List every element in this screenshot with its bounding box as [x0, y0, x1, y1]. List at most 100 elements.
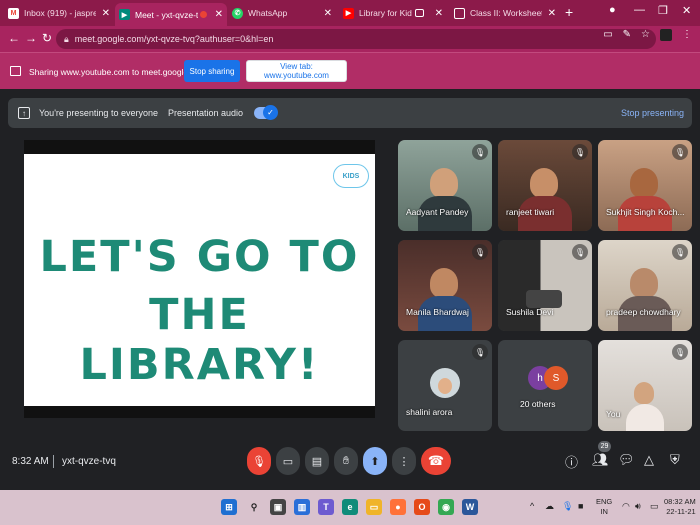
taskbar-clock[interactable]: 08:32 AM 22-11-21: [664, 497, 696, 517]
participant-tile[interactable]: 🎙︎ Manila Bhardwaj: [398, 240, 492, 331]
captions-button[interactable]: ▤: [305, 447, 329, 475]
tab-whatsapp[interactable]: ✆ WhatsApp ✕: [228, 3, 336, 23]
toolbar-icons: ▭ ✎ ☆ ⋮: [603, 29, 692, 41]
camera-toggle-button[interactable]: ▭: [276, 447, 300, 475]
camera-icon[interactable]: ▭: [603, 29, 612, 41]
participant-tile[interactable]: 🎙︎ Sushila Devi: [498, 240, 592, 331]
meeting-time: 8:32 AM: [12, 456, 49, 467]
stop-icon[interactable]: ■: [578, 501, 583, 511]
participant-face: [630, 168, 658, 198]
language-indicator[interactable]: ENG IN: [596, 497, 612, 517]
teams-icon[interactable]: T: [318, 499, 334, 515]
mic-off-icon: 🎙︎: [472, 144, 488, 160]
bookmark-star-icon[interactable]: ☆: [641, 29, 650, 41]
tab-gmail[interactable]: M Inbox (919) - jaspreet.k@ ✕: [4, 3, 114, 23]
meeting-details-icon[interactable]: ⓘ: [565, 452, 578, 471]
more-vert-icon: ⋮: [398, 455, 410, 468]
participant-tile[interactable]: 🎙︎ ranjeet tiwari: [498, 140, 592, 231]
raise-hand-button[interactable]: ✋︎: [334, 447, 358, 475]
wifi-icon[interactable]: ◠: [622, 501, 630, 512]
profile-photo: [438, 378, 452, 394]
edit-icon[interactable]: ✎: [623, 29, 631, 41]
extension-icon[interactable]: [660, 29, 672, 41]
volume-icon[interactable]: 🔊︎: [635, 501, 641, 512]
mic-off-icon: 🎙︎: [672, 344, 688, 360]
avatar: [430, 368, 460, 398]
gmail-icon: M: [8, 7, 19, 19]
tab-title: Class II: Worksheet : Engl: [470, 8, 542, 18]
present-now-button[interactable]: ⬆: [363, 447, 387, 475]
presenting-text: You're presenting to everyone: [39, 108, 158, 118]
participant-tile[interactable]: 🎙︎ Aadyant Pandey: [398, 140, 492, 231]
back-icon[interactable]: ←: [8, 31, 20, 45]
participant-tile[interactable]: 🎙︎ pradeep chowdhary: [598, 240, 692, 331]
tab-youtube[interactable]: ▶ Library for Kids: Rules ✕: [339, 3, 447, 23]
menu-icon[interactable]: ⋮: [682, 29, 692, 41]
close-icon[interactable]: ✕: [215, 9, 223, 20]
self-tile[interactable]: 🎙︎ You: [598, 340, 692, 431]
mic-toggle-button[interactable]: 🎙︎: [247, 447, 271, 475]
host-controls-icon[interactable]: ⛨: [670, 452, 680, 468]
word-icon[interactable]: W: [462, 499, 478, 515]
present-icon: ↑: [18, 107, 30, 119]
stop-sharing-button[interactable]: Stop sharing: [184, 60, 240, 82]
mic-off-icon: 🎙︎: [472, 244, 488, 260]
captions-icon: ▤: [311, 455, 323, 468]
participant-tile[interactable]: 🎙︎ Sukhjit Singh Koch...: [598, 140, 692, 231]
tab-worksheet[interactable]: Class II: Worksheet : Engl ✕: [450, 3, 560, 23]
close-icon[interactable]: ✕: [435, 8, 443, 19]
cloud-icon[interactable]: ☁: [545, 501, 554, 512]
profile-icon[interactable]: ●: [609, 4, 616, 16]
others-tile[interactable]: h S 20 others: [498, 340, 592, 431]
edge-icon[interactable]: e: [342, 499, 358, 515]
present-icon: ⬆: [370, 455, 380, 468]
camera-icon: ▭: [282, 455, 294, 468]
kids-logo: KIDS: [333, 164, 369, 188]
people-count-badge: 29: [598, 441, 611, 452]
stop-presenting-button[interactable]: Stop presenting: [621, 108, 684, 118]
chevron-up-icon[interactable]: ^: [530, 501, 534, 511]
hand-icon: ✋︎: [342, 454, 350, 467]
presentation-audio-toggle[interactable]: [254, 105, 278, 120]
activities-icon[interactable]: △: [644, 452, 654, 468]
clock-time: 08:32 AM: [664, 497, 696, 506]
chat-icon[interactable]: 💬︎: [618, 452, 635, 468]
participant-name: You: [606, 409, 621, 419]
participant-name: Sushila Devi: [506, 307, 554, 317]
presentation-slide: KIDS LET'S GO TO THE LIBRARY!: [24, 140, 375, 418]
close-window-icon[interactable]: ✕: [682, 4, 691, 17]
widgets-icon[interactable]: ▥: [294, 499, 310, 515]
lock-icon: 🔒︎: [64, 33, 69, 44]
participant-name: ranjeet tiwari: [506, 207, 555, 217]
search-icon[interactable]: ⚲: [246, 499, 262, 515]
new-tab-icon[interactable]: +: [565, 4, 573, 20]
recording-icon: [199, 11, 207, 18]
minimize-icon[interactable]: —: [634, 4, 645, 16]
close-icon[interactable]: ✕: [324, 8, 332, 19]
forward-icon[interactable]: →: [25, 31, 37, 45]
mic-off-icon: 🎙︎: [672, 144, 688, 160]
close-icon[interactable]: ✕: [548, 8, 556, 19]
tab-meet[interactable]: ▶ Meet - yxt-qvze-tvq ✕: [115, 3, 227, 26]
address-bar[interactable]: 🔒︎ meet.google.com/yxt-qvze-tvq?authuser…: [56, 29, 656, 49]
firefox-icon[interactable]: ●: [390, 499, 406, 515]
divider: [53, 455, 54, 468]
reload-icon[interactable]: ↻: [42, 31, 52, 45]
browser-tab-strip: M Inbox (919) - jaspreet.k@ ✕ ▶ Meet - y…: [0, 0, 700, 26]
task-view-icon[interactable]: ▣: [270, 499, 286, 515]
battery-icon[interactable]: ▭: [650, 501, 659, 512]
people-icon[interactable]: 👥︎: [592, 452, 609, 468]
more-options-button[interactable]: ⋮: [392, 447, 416, 475]
view-tab-button[interactable]: View tab: www.youtube.com: [246, 60, 347, 82]
office-icon[interactable]: O: [414, 499, 430, 515]
close-icon[interactable]: ✕: [102, 8, 110, 19]
mic-tray-icon[interactable]: 🎙︎: [562, 501, 573, 512]
windows-start-icon[interactable]: ⊞: [221, 499, 237, 515]
chrome-icon[interactable]: ◉: [438, 499, 454, 515]
maximize-icon[interactable]: ❐: [658, 4, 668, 17]
participant-tile[interactable]: 🎙︎ shalini arora: [398, 340, 492, 431]
file-explorer-icon[interactable]: ▭: [366, 499, 382, 515]
whatsapp-icon: ✆: [232, 7, 243, 19]
url-text: meet.google.com/yxt-qvze-tvq?authuser=0&…: [74, 34, 274, 44]
leave-call-button[interactable]: ☎︎: [421, 447, 451, 475]
